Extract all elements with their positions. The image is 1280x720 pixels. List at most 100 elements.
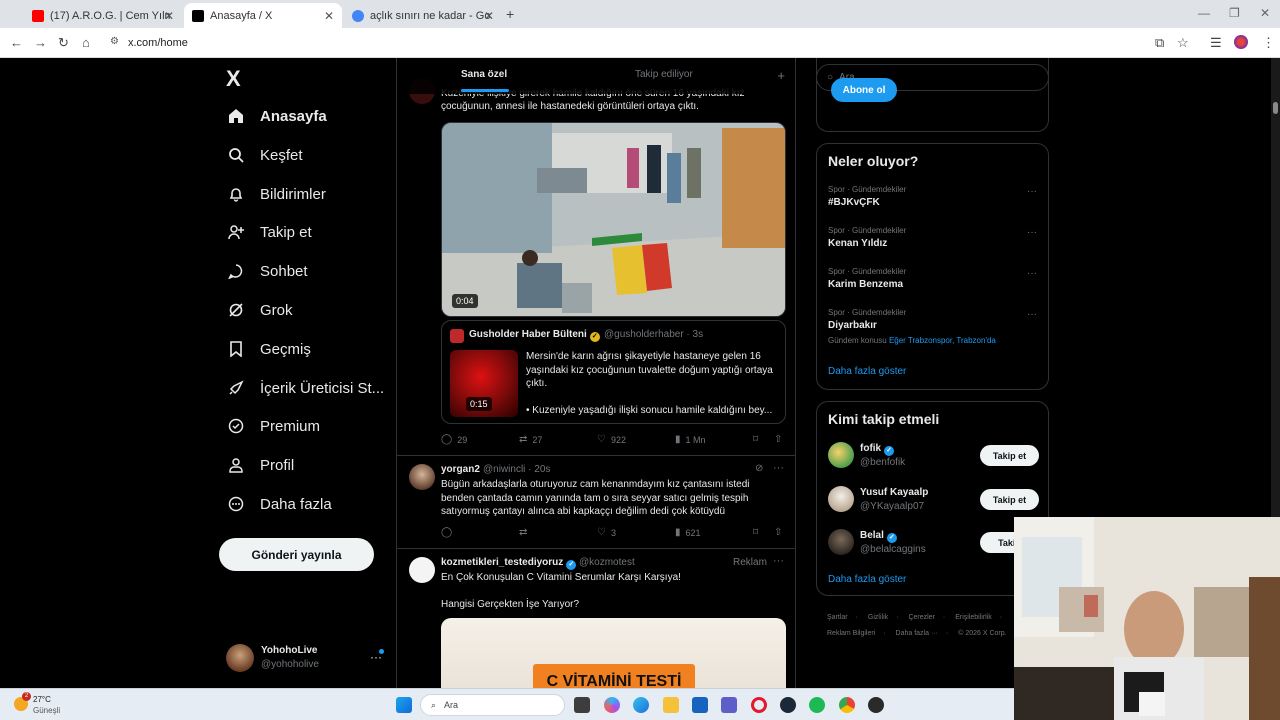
sidebar-item-chat[interactable]: Sohbet: [226, 256, 308, 286]
like-button[interactable]: ♡ 3: [597, 527, 616, 538]
bookmark-button[interactable]: ⌑: [753, 527, 763, 538]
premium-icon: [226, 416, 246, 436]
footer-link[interactable]: Çerezler: [908, 614, 934, 621]
tweet-actions: ◯ ⇄ ♡ 3 ▮ 621 ⌑ ⇧: [441, 527, 786, 541]
tab-following[interactable]: Takip ediliyor: [635, 69, 693, 80]
scrollbar-thumb[interactable]: [1273, 102, 1278, 114]
taskbar-search[interactable]: ⌕ Ara: [420, 694, 565, 716]
verified-blue-icon: ✓: [886, 533, 897, 543]
more-horizontal-icon[interactable]: ···: [773, 555, 784, 567]
sidebar-item-home[interactable]: Anasayfa: [226, 101, 327, 131]
account-switcher[interactable]: YohohoLive @yohoholive ···: [226, 642, 386, 674]
views-button[interactable]: ▮ 1 Mn: [675, 434, 706, 445]
forward-icon[interactable]: →: [34, 35, 47, 50]
outlook-icon[interactable]: [692, 697, 708, 713]
search-icon: ⌕: [431, 699, 437, 710]
quoted-tweet[interactable]: Gusholder Haber Bülteni ✓ @gusholderhaber…: [441, 320, 786, 424]
share-button[interactable]: ⇧: [774, 434, 787, 445]
minimize-icon[interactable]: —: [1198, 6, 1210, 20]
repost-button[interactable]: ⇄ 27: [519, 434, 542, 445]
tweet-author[interactable]: yorgan2: [441, 464, 480, 475]
show-more-trends-link[interactable]: Daha fazla göster: [828, 366, 906, 377]
profile-avatar-icon[interactable]: [1234, 35, 1248, 49]
teams-icon[interactable]: [721, 697, 737, 713]
bookmark-button[interactable]: ⌑: [753, 434, 763, 445]
file-explorer-icon[interactable]: [663, 697, 679, 713]
tab-youtube[interactable]: (17) A.R.O.G. | Cem Yılmaz Türk ✕: [24, 3, 182, 28]
task-view-icon[interactable]: [574, 697, 590, 713]
bookmark-star-icon[interactable]: ☆: [1177, 35, 1189, 51]
back-icon[interactable]: ←: [10, 35, 23, 50]
new-tab-icon[interactable]: +: [506, 6, 514, 22]
windows-start-icon[interactable]: [396, 697, 412, 713]
tweet-image[interactable]: C VİTAMİNİ TESTİ: [441, 618, 786, 688]
quote-video-thumb[interactable]: 0:15: [450, 350, 518, 417]
tweet-author[interactable]: kozmetikleri_testediyoruz ✓: [441, 557, 577, 570]
site-info-icon[interactable]: ⚙: [110, 36, 119, 47]
more-horizontal-icon[interactable]: ···: [1027, 309, 1037, 320]
edge-icon[interactable]: [633, 697, 649, 713]
steam-icon[interactable]: [780, 697, 796, 713]
copilot-icon[interactable]: [604, 697, 620, 713]
footer-link[interactable]: Erişilebilirlik: [955, 614, 992, 621]
footer-link[interactable]: Reklam Bilgileri: [827, 630, 875, 637]
show-more-users-link[interactable]: Daha fazla göster: [828, 574, 906, 585]
like-button[interactable]: ♡ 922: [597, 434, 626, 445]
add-tab-icon[interactable]: +: [777, 68, 785, 83]
sidebar-item-notifications[interactable]: Bildirimler: [226, 179, 326, 209]
close-icon[interactable]: ✕: [484, 9, 494, 23]
views-button[interactable]: ▮ 621: [675, 527, 701, 538]
grok-icon[interactable]: ⊘: [755, 463, 763, 474]
sidebar-item-bookmarks[interactable]: Geçmiş: [226, 334, 311, 364]
repost-button[interactable]: ⇄: [519, 527, 532, 538]
more-horizontal-icon[interactable]: ···: [1027, 227, 1037, 238]
heart-icon: ♡: [597, 434, 606, 445]
restore-icon[interactable]: ❐: [1229, 6, 1240, 20]
more-horizontal-icon[interactable]: ···: [1027, 186, 1037, 197]
tweet-video[interactable]: 0:04: [441, 122, 786, 317]
x-logo-icon: [192, 9, 204, 22]
trend-context-link[interactable]: Eğer Trabzonspor, Trabzon'da: [889, 336, 996, 345]
sidebar-item-premium[interactable]: Premium: [226, 411, 320, 441]
spotify-icon[interactable]: [809, 697, 825, 713]
sidebar-item-explore[interactable]: Keşfet: [226, 140, 303, 170]
sidebar-item-profile[interactable]: Profil: [226, 450, 294, 480]
footer-link[interactable]: Daha fazla ···: [896, 630, 938, 637]
more-horizontal-icon[interactable]: ···: [773, 462, 784, 474]
footer-link[interactable]: Gizlilik: [868, 614, 888, 621]
bell-logo-icon: [450, 329, 464, 343]
more-horizontal-icon[interactable]: ···: [1027, 268, 1037, 279]
opera-icon[interactable]: [751, 697, 767, 713]
chrome-icon[interactable]: [839, 697, 855, 713]
tab-google[interactable]: açlık sınırı ne kadar - Google'da ✕: [344, 3, 502, 28]
reload-icon[interactable]: ↻: [58, 35, 69, 51]
follow-button[interactable]: Takip et: [980, 489, 1039, 510]
menu-icon[interactable]: ⋮: [1262, 35, 1275, 51]
sidebar-item-creator-studio[interactable]: İçerik Üreticisi St...: [226, 373, 384, 403]
sidebar-item-label: Sohbet: [260, 262, 308, 280]
close-icon[interactable]: ✕: [324, 9, 334, 23]
window-close-icon[interactable]: ✕: [1260, 6, 1270, 20]
app-icon[interactable]: [868, 697, 884, 713]
x-logo-icon[interactable]: X: [226, 66, 246, 91]
more-horizontal-icon[interactable]: ···: [370, 650, 382, 664]
reply-button[interactable]: ◯ 29: [441, 434, 467, 445]
tab-x-home[interactable]: Anasayfa / X ✕: [184, 3, 342, 28]
home-browser-icon[interactable]: ⌂: [82, 35, 90, 50]
share-button[interactable]: ⇧: [774, 527, 787, 538]
sidebar-item-grok[interactable]: Grok: [226, 295, 293, 325]
address-bar[interactable]: ⚙ x.com/home: [102, 33, 1102, 53]
tab-for-you[interactable]: Sana özel: [461, 69, 507, 80]
tab-search-icon[interactable]: ☰: [1210, 35, 1222, 51]
install-icon[interactable]: ⧉: [1155, 35, 1164, 51]
sidebar-item-more[interactable]: Daha fazla: [226, 489, 332, 519]
post-button[interactable]: Gönderi yayınla: [219, 538, 374, 571]
trend-name: #BJKvÇFK: [828, 197, 880, 208]
footer-link[interactable]: Şartlar: [827, 614, 848, 621]
reply-button[interactable]: ◯: [441, 527, 457, 538]
subscribe-button[interactable]: Abone ol: [831, 78, 897, 102]
sidebar-item-follow[interactable]: Takip et: [226, 217, 312, 247]
follow-button[interactable]: Takip et: [980, 445, 1039, 466]
divider: [397, 455, 795, 456]
close-icon[interactable]: ✕: [164, 9, 174, 23]
